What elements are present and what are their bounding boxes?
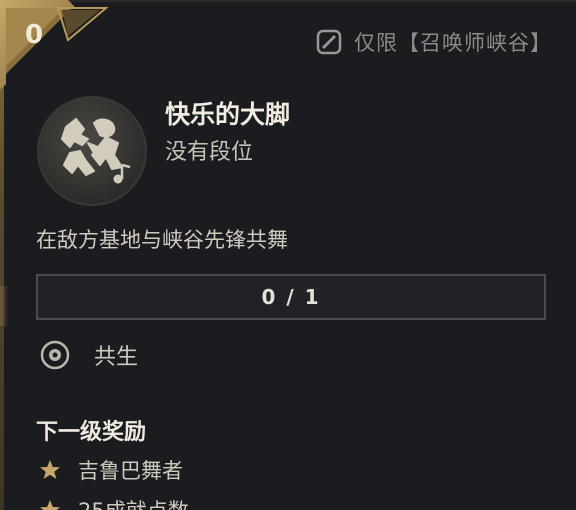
reward-item: 吉鲁巴舞者: [38, 455, 183, 485]
progress-text: 0 / 1: [261, 285, 321, 309]
achievement-tag: 共生: [38, 338, 138, 372]
achievement-description: 在敌方基地与峡谷先锋共舞: [36, 228, 288, 252]
target-ring-icon: [38, 338, 72, 372]
mode-restriction: 仅限【召唤师峡谷】: [316, 27, 552, 57]
frame-notch: [0, 286, 8, 326]
next-reward-header: 下一级奖励: [36, 420, 147, 445]
achievement-rank: 没有段位: [165, 140, 254, 165]
dancing-figures-emblem-icon: [37, 96, 147, 206]
progress-bar: 0 / 1: [36, 274, 546, 320]
achievement-emblem: [36, 95, 148, 207]
no-entry-square-icon: [316, 29, 342, 55]
star-icon: [38, 498, 62, 510]
reward-label: 吉鲁巴舞者: [78, 459, 183, 483]
badge-value: 0: [24, 20, 44, 50]
star-icon: [38, 458, 62, 482]
reward-item: 25成就点数: [38, 495, 189, 510]
level-badge: 0: [0, 0, 110, 90]
reward-label: 25成就点数: [78, 495, 189, 510]
restriction-label: 仅限【召唤师峡谷】: [354, 31, 552, 55]
badge-corner-shape: [0, 0, 109, 90]
achievement-title: 快乐的大脚: [165, 100, 291, 129]
tag-label: 共生: [94, 345, 139, 370]
